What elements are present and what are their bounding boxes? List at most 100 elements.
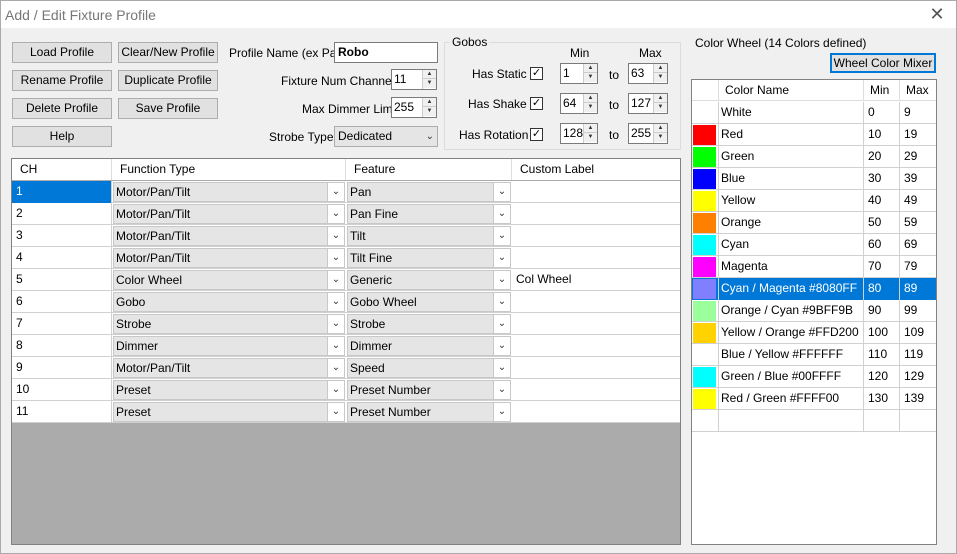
- rotation-min-stepper[interactable]: 128 ▲ ▼: [560, 123, 598, 144]
- custom-label-cell[interactable]: [512, 225, 680, 247]
- chevron-down-icon[interactable]: ⌄: [493, 271, 510, 289]
- chevron-down-icon[interactable]: ⌄: [493, 315, 510, 333]
- column-header-min[interactable]: Min: [864, 80, 900, 101]
- swatch-cell[interactable]: [692, 388, 719, 410]
- feature-select[interactable]: Dimmer ⌄: [347, 336, 511, 356]
- color-name-cell[interactable]: Cyan: [719, 234, 864, 256]
- up-arrow-icon[interactable]: ▲: [423, 70, 436, 79]
- swatch-cell[interactable]: [692, 322, 719, 344]
- stepper-arrows[interactable]: ▲ ▼: [653, 64, 667, 83]
- color-max-cell[interactable]: 119: [900, 344, 936, 366]
- static-max-stepper[interactable]: 63 ▲ ▼: [628, 63, 668, 84]
- ch-cell[interactable]: 3: [12, 225, 112, 247]
- custom-label-cell[interactable]: [512, 291, 680, 313]
- color-name-cell[interactable]: Red / Green #FFFF00: [719, 388, 864, 410]
- table-row[interactable]: 11 Preset ⌄ Preset Number ⌄: [12, 401, 680, 423]
- clear-new-profile-button[interactable]: Clear/New Profile: [118, 42, 218, 63]
- stepper-arrows[interactable]: ▲ ▼: [583, 94, 597, 113]
- custom-label-cell[interactable]: [512, 203, 680, 225]
- wheel-color-mixer-button[interactable]: Wheel Color Mixer: [830, 53, 936, 73]
- close-icon[interactable]: ✕: [926, 3, 948, 25]
- table-row[interactable]: 6 Gobo ⌄ Gobo Wheel ⌄: [12, 291, 680, 313]
- table-row[interactable]: 9 Motor/Pan/Tilt ⌄ Speed ⌄: [12, 357, 680, 379]
- color-max-cell[interactable]: 109: [900, 322, 936, 344]
- color-name-cell[interactable]: Blue / Yellow #FFFFFF: [719, 344, 864, 366]
- color-name-cell[interactable]: Yellow: [719, 190, 864, 212]
- rename-profile-button[interactable]: Rename Profile: [12, 70, 112, 91]
- color-min-cell[interactable]: 90: [864, 300, 900, 322]
- color-name-cell[interactable]: Green: [719, 146, 864, 168]
- color-min-cell[interactable]: 20: [864, 146, 900, 168]
- function-type-select[interactable]: Dimmer ⌄: [113, 336, 345, 356]
- color-max-cell[interactable]: 129: [900, 366, 936, 388]
- has-rotation-checkbox[interactable]: ✓: [530, 128, 543, 141]
- up-arrow-icon[interactable]: ▲: [584, 64, 597, 73]
- swatch-cell[interactable]: [692, 124, 719, 146]
- color-row[interactable]: Green / Blue #00FFFF 120 129: [692, 366, 936, 388]
- feature-select[interactable]: Tilt ⌄: [347, 226, 511, 246]
- feature-select[interactable]: Pan ⌄: [347, 182, 511, 202]
- color-max-cell[interactable]: 29: [900, 146, 936, 168]
- color-min-cell[interactable]: 10: [864, 124, 900, 146]
- max-dimmer-stepper[interactable]: 255 ▲ ▼: [391, 97, 437, 118]
- column-header-function-type[interactable]: Function Type: [112, 159, 346, 180]
- rotation-max-stepper[interactable]: 255 ▲ ▼: [628, 123, 668, 144]
- swatch-cell[interactable]: [692, 234, 719, 256]
- color-row[interactable]: White 0 9: [692, 102, 936, 124]
- color-min-cell[interactable]: 30: [864, 168, 900, 190]
- color-max-cell[interactable]: 99: [900, 300, 936, 322]
- table-row[interactable]: 2 Motor/Pan/Tilt ⌄ Pan Fine ⌄: [12, 203, 680, 225]
- color-name-cell[interactable]: Green / Blue #00FFFF: [719, 366, 864, 388]
- stepper-arrows[interactable]: ▲ ▼: [422, 98, 436, 117]
- custom-label-cell[interactable]: [512, 335, 680, 357]
- color-wheel-table[interactable]: Color Name Min Max White 0 9 Red 10 19 Green 20…: [691, 79, 937, 545]
- swatch-cell[interactable]: [692, 212, 719, 234]
- color-max-cell[interactable]: 49: [900, 190, 936, 212]
- column-header-feature[interactable]: Feature: [346, 159, 512, 180]
- feature-select[interactable]: Speed ⌄: [347, 358, 511, 378]
- custom-label-cell[interactable]: [512, 401, 680, 423]
- color-max-cell[interactable]: 79: [900, 256, 936, 278]
- table-row[interactable]: 7 Strobe ⌄ Strobe ⌄: [12, 313, 680, 335]
- chevron-down-icon[interactable]: ⌄: [327, 403, 344, 421]
- up-arrow-icon[interactable]: ▲: [423, 98, 436, 107]
- color-name-cell[interactable]: Cyan / Magenta #8080FF: [719, 278, 864, 300]
- empty-row[interactable]: [692, 410, 936, 432]
- ch-cell[interactable]: 7: [12, 313, 112, 335]
- load-profile-button[interactable]: Load Profile: [12, 42, 112, 63]
- column-header-ch[interactable]: CH: [12, 159, 112, 180]
- color-max-cell[interactable]: 59: [900, 212, 936, 234]
- color-row[interactable]: Red / Green #FFFF00 130 139: [692, 388, 936, 410]
- custom-label-cell[interactable]: [512, 379, 680, 401]
- chevron-down-icon[interactable]: ⌄: [327, 337, 344, 355]
- chevron-down-icon[interactable]: ⌄: [493, 293, 510, 311]
- color-max-cell[interactable]: 39: [900, 168, 936, 190]
- shake-max-stepper[interactable]: 127 ▲ ▼: [628, 93, 668, 114]
- strobe-type-select[interactable]: Dedicated ⌄: [334, 126, 438, 147]
- color-max-cell[interactable]: [900, 410, 936, 432]
- help-button[interactable]: Help: [12, 126, 112, 147]
- ch-cell[interactable]: 9: [12, 357, 112, 379]
- stepper-arrows[interactable]: ▲ ▼: [653, 94, 667, 113]
- table-row[interactable]: 4 Motor/Pan/Tilt ⌄ Tilt Fine ⌄: [12, 247, 680, 269]
- ch-cell[interactable]: 2: [12, 203, 112, 225]
- chevron-down-icon[interactable]: ⌄: [327, 359, 344, 377]
- color-min-cell[interactable]: [864, 410, 900, 432]
- color-min-cell[interactable]: 100: [864, 322, 900, 344]
- stepper-arrows[interactable]: ▲ ▼: [422, 70, 436, 89]
- color-min-cell[interactable]: 120: [864, 366, 900, 388]
- chevron-down-icon[interactable]: ⌄: [327, 249, 344, 267]
- delete-profile-button[interactable]: Delete Profile: [12, 98, 112, 119]
- color-min-cell[interactable]: 40: [864, 190, 900, 212]
- chevron-down-icon[interactable]: ⌄: [493, 403, 510, 421]
- column-header-custom-label[interactable]: Custom Label: [512, 159, 680, 180]
- down-arrow-icon[interactable]: ▼: [584, 133, 597, 142]
- save-profile-button[interactable]: Save Profile: [118, 98, 218, 119]
- function-type-select[interactable]: Motor/Pan/Tilt ⌄: [113, 226, 345, 246]
- feature-select[interactable]: Preset Number ⌄: [347, 402, 511, 422]
- stepper-arrows[interactable]: ▲ ▼: [583, 124, 597, 143]
- color-max-cell[interactable]: 69: [900, 234, 936, 256]
- color-row[interactable]: Green 20 29: [692, 146, 936, 168]
- table-row[interactable]: 3 Motor/Pan/Tilt ⌄ Tilt ⌄: [12, 225, 680, 247]
- color-name-cell[interactable]: Yellow / Orange #FFD200: [719, 322, 864, 344]
